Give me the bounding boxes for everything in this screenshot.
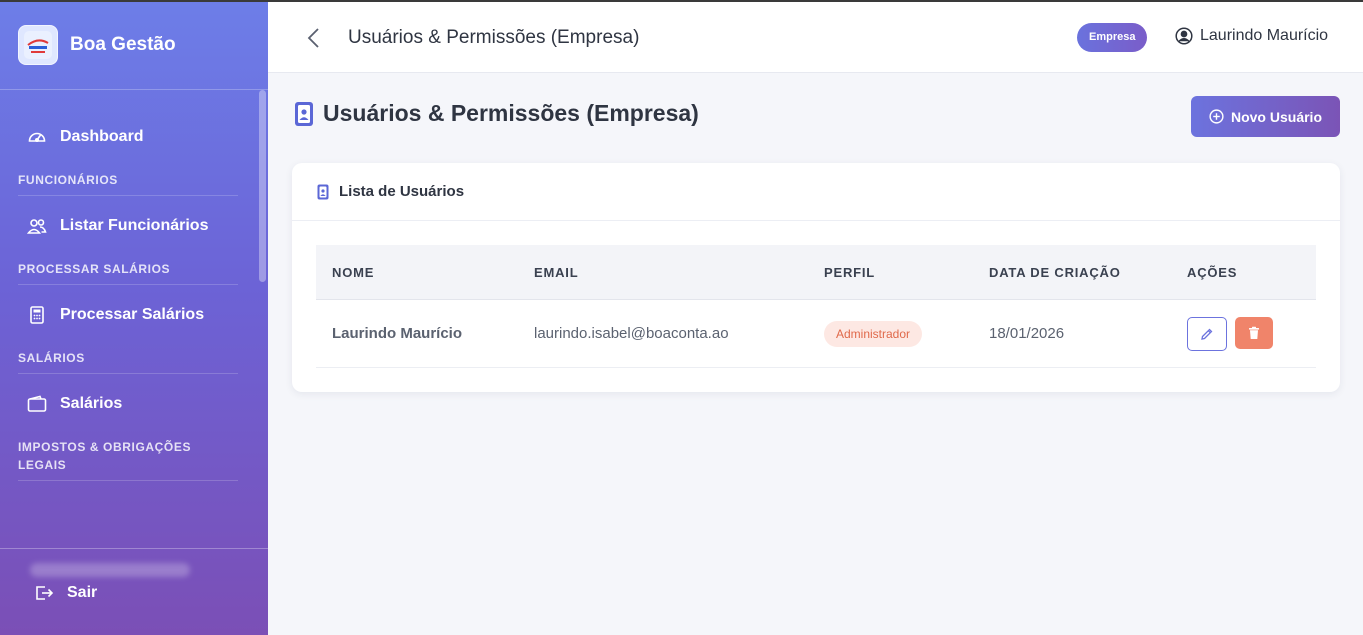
- column-header: PERFIL: [824, 264, 876, 280]
- new-user-button[interactable]: Novo Usuário: [1191, 96, 1340, 137]
- pencil-icon: [1201, 328, 1213, 340]
- row-actions: [1187, 316, 1273, 351]
- sidebar-item-dashboard[interactable]: Dashboard: [0, 115, 268, 159]
- top-header: Usuários & Permissões (Empresa) Empresa …: [268, 2, 1363, 73]
- window-top-border: [0, 0, 1363, 2]
- logout-label: Sair: [67, 584, 98, 601]
- new-user-label: Novo Usuário: [1230, 108, 1322, 125]
- card-title: Lista de Usuários: [339, 183, 465, 200]
- divider: [18, 195, 238, 196]
- page-title-text: Usuários & Permissões (Empresa): [323, 100, 699, 126]
- section-impostos: IMPOSTOS & OBRIGAÇÕES LEGAIS: [18, 440, 192, 472]
- users-table: NOME EMAIL PERFIL DATA DE CRIAÇÃO AÇÕES …: [316, 245, 1316, 368]
- section-processar-salarios: PROCESSAR SALÁRIOS: [18, 262, 171, 276]
- delete-button[interactable]: [1235, 316, 1273, 349]
- back-chevron-icon[interactable]: [304, 26, 324, 50]
- wallet-icon: [27, 395, 47, 412]
- user-menu[interactable]: Laurindo Maurício: [1175, 27, 1328, 45]
- sidebar: Boa Gestão Dashboard FUNCIONÁRIOS Listar…: [0, 0, 268, 635]
- users-icon: [27, 219, 47, 234]
- logout-icon: [36, 586, 54, 600]
- user-name: Laurindo Maurício: [1200, 27, 1329, 44]
- table-header: NOME EMAIL PERFIL DATA DE CRIAÇÃO AÇÕES: [316, 245, 1316, 300]
- column-header: EMAIL: [534, 264, 579, 280]
- card-header: Lista de Usuários: [292, 163, 1340, 221]
- contact-card-icon: [295, 101, 313, 126]
- sidebar-item-label: Dashboard: [60, 128, 144, 145]
- brand-logo: [18, 24, 58, 65]
- divider: [18, 480, 238, 481]
- blurred-text: [30, 563, 190, 577]
- column-header: AÇÕES: [1187, 264, 1238, 280]
- plus-circle-icon: [1209, 109, 1224, 124]
- cell-created: 18/01/2026: [989, 325, 1065, 342]
- sidebar-item-processar-salarios[interactable]: Processar Salários: [0, 293, 268, 337]
- contact-card-icon: [317, 184, 329, 199]
- sidebar-nav: Dashboard FUNCIONÁRIOS Listar Funcionári…: [0, 90, 268, 481]
- role-badge: Administrador: [824, 320, 923, 347]
- sidebar-item-label: Salários: [60, 395, 123, 412]
- sidebar-item-listar-funcionarios[interactable]: Listar Funcionários: [0, 204, 268, 248]
- section-salarios: SALÁRIOS: [18, 351, 85, 365]
- brand-name: Boa Gestão: [70, 33, 176, 55]
- edit-button[interactable]: [1187, 316, 1227, 351]
- company-badge: Empresa: [1077, 23, 1148, 52]
- dashboard-icon: [28, 132, 46, 143]
- sidebar-item-label: Listar Funcionários: [60, 217, 209, 234]
- logout-button[interactable]: Sair: [34, 583, 97, 603]
- section-funcionarios: FUNCIONÁRIOS: [18, 173, 118, 187]
- sidebar-footer: Sair: [0, 548, 268, 635]
- column-header: DATA DE CRIAÇÃO: [989, 264, 1121, 280]
- cell-email: laurindo.isabel@boaconta.ao: [534, 325, 729, 342]
- header-title: Usuários & Permissões (Empresa): [348, 27, 640, 48]
- sidebar-scrollbar[interactable]: [259, 90, 266, 282]
- column-header: NOME: [332, 264, 375, 280]
- cell-name: Laurindo Maurício: [332, 325, 463, 342]
- divider: [18, 284, 238, 285]
- brand[interactable]: Boa Gestão: [0, 0, 268, 90]
- users-card: Lista de Usuários NOME EMAIL PERFIL DATA…: [292, 163, 1340, 392]
- divider: [18, 373, 238, 374]
- sidebar-item-salarios[interactable]: Salários: [0, 382, 268, 426]
- calculator-icon: [30, 306, 44, 324]
- trash-icon: [1249, 326, 1259, 339]
- user-circle-icon: [1175, 27, 1193, 45]
- page-title: Usuários & Permissões (Empresa): [294, 100, 699, 127]
- sidebar-item-label: Processar Salários: [60, 306, 205, 323]
- table-row: Laurindo Maurício laurindo.isabel@boacon…: [316, 300, 1316, 368]
